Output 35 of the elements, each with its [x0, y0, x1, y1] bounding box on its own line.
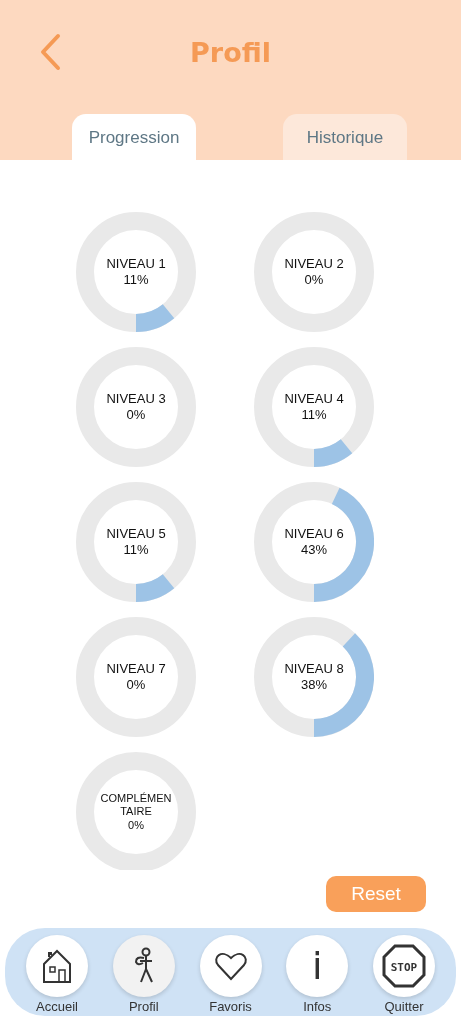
level-name: NIVEAU 8	[283, 661, 345, 677]
level-percent: 0%	[128, 818, 144, 832]
level-percent: 0%	[126, 407, 146, 423]
level-name: NIVEAU 1	[105, 256, 167, 272]
nav-label: Quitter	[384, 999, 424, 1014]
nav-button[interactable]: STOP	[373, 935, 435, 997]
nav-button[interactable]: i	[286, 935, 349, 997]
level-name: COMPLÉMENTAIRE	[99, 792, 173, 819]
level-percent: 0%	[304, 272, 324, 288]
nav-label: Infos	[303, 999, 332, 1014]
info-icon: i	[311, 947, 323, 985]
level-percent: 11%	[301, 407, 327, 423]
level-name: NIVEAU 5	[105, 526, 167, 542]
level-name: NIVEAU 3	[105, 391, 167, 407]
level-name: NIVEAU 6	[283, 526, 345, 542]
level-percent: 38%	[301, 677, 327, 693]
level-name: NIVEAU 7	[105, 661, 167, 677]
stop-sign-icon: STOP	[382, 944, 426, 988]
tab[interactable]: Historique	[283, 114, 407, 160]
page-title: Profil	[189, 36, 272, 68]
level-name: NIVEAU 4	[283, 391, 345, 407]
nav-label: Accueil	[36, 999, 78, 1014]
heart-icon	[213, 951, 248, 981]
nav-button[interactable]	[112, 935, 175, 997]
level-name: NIVEAU 2	[283, 256, 345, 272]
level-percent: 0%	[126, 677, 146, 693]
nav-label: Profil	[128, 999, 159, 1014]
nav-label: Favoris	[209, 999, 252, 1014]
nav-button[interactable]	[199, 935, 262, 997]
level-percent: 43%	[301, 542, 327, 558]
level-percent: 11%	[123, 542, 149, 558]
house-icon	[42, 948, 72, 984]
tab[interactable]: Progression	[72, 114, 196, 160]
nav-button[interactable]	[26, 935, 88, 997]
level-percent: 11%	[123, 272, 149, 288]
